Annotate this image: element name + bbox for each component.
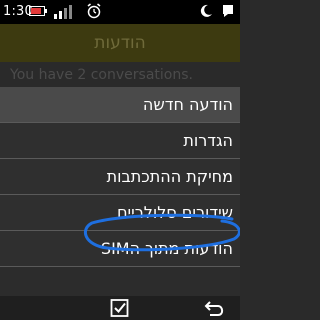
notification-icon <box>223 5 233 17</box>
status-bar: 1:30 <box>0 0 240 24</box>
menu-item-sim-messages[interactable]: הודעות מתוך הSIM <box>0 231 240 267</box>
screen: 1:30 הודעות You have 2 conversations. הו… <box>0 0 240 320</box>
moon-icon <box>200 4 212 17</box>
menu-item-delete-conversation[interactable]: מחיקת ההתכתבות <box>0 159 240 195</box>
softkey-bar <box>0 296 240 320</box>
checkbox-icon[interactable] <box>110 299 130 317</box>
back-arrow-icon[interactable] <box>204 299 226 317</box>
battery-charging-icon <box>29 6 47 16</box>
menu-item-cell-broadcast[interactable]: שידורים סלולריים <box>0 195 240 231</box>
alarm-icon <box>87 3 101 19</box>
background-app-body-text: You have 2 conversations. <box>0 62 240 88</box>
menu-item-new-message[interactable]: הודעה חדשה <box>0 87 240 123</box>
menu-item-settings[interactable]: הגדרות <box>0 123 240 159</box>
background-app-title: הודעות <box>0 24 240 62</box>
signal-icon <box>54 5 72 19</box>
options-menu: הודעה חדשה הגדרות מחיקת ההתכתבות שידורים… <box>0 87 240 267</box>
